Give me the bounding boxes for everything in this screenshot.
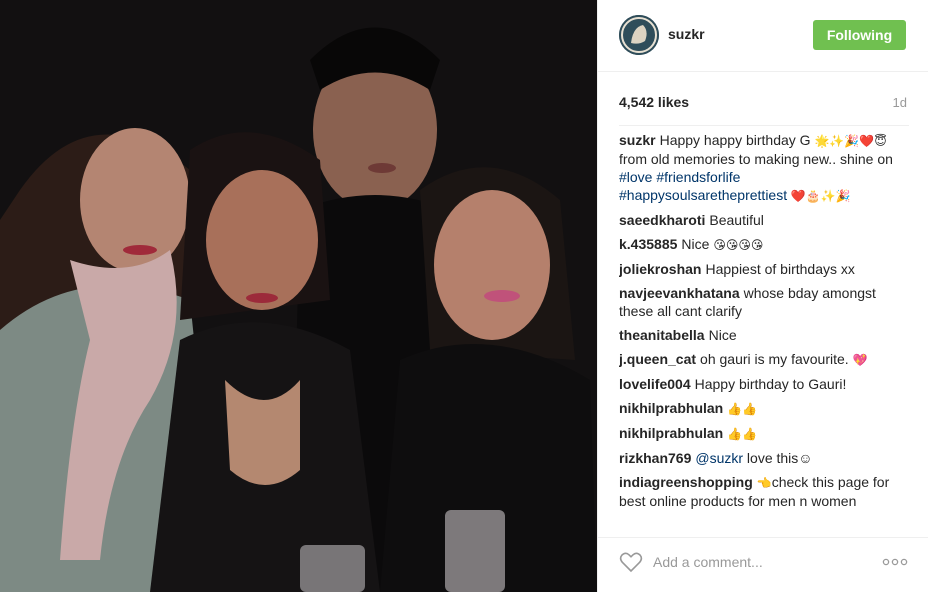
- comment-text: Nice: [708, 327, 737, 343]
- post-sidebar: suzkr Following 4,542 likes 1d suzkr Happ…: [597, 0, 928, 592]
- emoji: 🌟✨🎉❤️😇: [814, 134, 887, 148]
- hashtag-link[interactable]: #happysoulsaretheprettiest: [619, 187, 787, 203]
- comment-text: Happy happy birthday G: [659, 132, 815, 148]
- comment-item: saeedkharoti Beautiful: [619, 211, 909, 229]
- comments-list[interactable]: suzkr Happy happy birthday G 🌟✨🎉❤️😇 from o…: [619, 131, 909, 528]
- comment-item: rizkhan769 @suzkr love this☺: [619, 449, 909, 467]
- comment-input[interactable]: [653, 550, 873, 574]
- more-options-icon[interactable]: [881, 552, 909, 572]
- heart-outline-icon[interactable]: [619, 551, 643, 573]
- divider: [619, 125, 909, 126]
- comment-username[interactable]: suzkr: [619, 132, 656, 148]
- comment-username[interactable]: nikhilprabhulan: [619, 425, 723, 441]
- likes-row: 4,542 likes 1d: [619, 94, 909, 112]
- emoji: 👍👍: [727, 427, 758, 441]
- emoji: 💖: [852, 353, 868, 367]
- following-button[interactable]: Following: [813, 20, 906, 50]
- post-footer: [598, 537, 928, 592]
- comment-username[interactable]: lovelife004: [619, 376, 691, 392]
- comment-text: love this☺: [743, 450, 813, 466]
- comment-text: oh gauri is my favourite.: [700, 351, 853, 367]
- comment-item: suzkr Happy happy birthday G 🌟✨🎉❤️😇 from o…: [619, 131, 909, 205]
- comment-username[interactable]: theanitabella: [619, 327, 705, 343]
- comment-text: Happiest of birthdays xx: [705, 261, 855, 277]
- comment-item: lovelife004 Happy birthday to Gauri!: [619, 375, 909, 393]
- likes-count[interactable]: 4,542 likes: [619, 94, 689, 110]
- emoji: ❤️🎂✨🎉: [787, 189, 851, 203]
- comment-text: Nice: [681, 236, 714, 252]
- photo-illustration: [0, 0, 597, 592]
- comment-item: k.435885 Nice 😘😘😘😘: [619, 235, 909, 254]
- comment-username[interactable]: k.435885: [619, 236, 677, 252]
- comment-item: theanitabella Nice: [619, 326, 909, 344]
- post-photo[interactable]: [0, 0, 597, 592]
- post-header: suzkr Following: [598, 0, 928, 72]
- comment-item: nikhilprabhulan 👍👍: [619, 424, 909, 443]
- comment-item: navjeevankhatana whose bday amongst these…: [619, 284, 909, 320]
- emoji: 😘😘😘😘: [713, 238, 764, 252]
- avatar[interactable]: [619, 15, 659, 55]
- post-username[interactable]: suzkr: [668, 26, 705, 42]
- comment-text: Beautiful: [709, 212, 764, 228]
- post-timestamp[interactable]: 1d: [893, 95, 907, 110]
- emoji: 👍👍: [727, 402, 758, 416]
- comment-username[interactable]: rizkhan769: [619, 450, 691, 466]
- hashtag-link[interactable]: #friendsforlife: [656, 169, 740, 185]
- comment-item: joliekroshan Happiest of birthdays xx: [619, 260, 909, 278]
- comment-username[interactable]: saeedkharoti: [619, 212, 705, 228]
- hashtag-link[interactable]: @suzkr: [695, 450, 743, 466]
- comment-username[interactable]: nikhilprabhulan: [619, 400, 723, 416]
- comment-username[interactable]: joliekroshan: [619, 261, 701, 277]
- comment-username[interactable]: indiagreenshopping: [619, 474, 753, 490]
- comment-username[interactable]: j.queen_cat: [619, 351, 696, 367]
- comment-item: nikhilprabhulan 👍👍: [619, 399, 909, 418]
- comment-text: from old memories to making new.. shine …: [619, 151, 893, 167]
- comment-item: indiagreenshopping 👈check this page for b…: [619, 473, 909, 510]
- comment-item: j.queen_cat oh gauri is my favourite. 💖: [619, 350, 909, 369]
- hashtag-link[interactable]: #love: [619, 169, 652, 185]
- comment-text: Happy birthday to Gauri!: [694, 376, 847, 392]
- avatar-image: [619, 15, 659, 55]
- comment-username[interactable]: navjeevankhatana: [619, 285, 740, 301]
- emoji: 👈: [756, 476, 772, 490]
